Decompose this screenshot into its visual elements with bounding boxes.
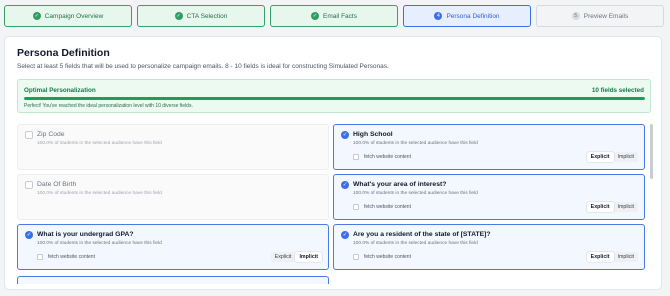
step-label: Email Facts — [323, 12, 357, 20]
fetch-website-content-option[interactable]: fetch website content — [353, 254, 411, 260]
field-coverage: 100.0% of students in the selected audie… — [37, 191, 162, 196]
fetch-website-content-option[interactable]: fetch website content — [353, 154, 411, 160]
optimal-personalization-banner: Optimal Personalization 10 fields select… — [17, 79, 651, 113]
field-card-date-of-birth[interactable]: Date Of Birth 100.0% of students in the … — [17, 174, 329, 220]
field-card-state-resident[interactable]: ✓ Are you a resident of the state of [ST… — [333, 224, 645, 270]
check-icon[interactable]: ✓ — [341, 131, 349, 139]
explicit-implicit-toggle: Explicit Implicit — [270, 252, 322, 262]
fields-selected-count: 10 fields selected — [591, 87, 644, 94]
step-label: Preview Emails — [583, 12, 629, 20]
fetch-label: fetch website content — [364, 204, 411, 210]
check-icon[interactable]: ✓ — [341, 181, 349, 189]
fetch-checkbox[interactable] — [37, 254, 43, 260]
field-name: Date Of Birth — [37, 181, 77, 188]
persona-definition-panel: Persona Definition Select at least 5 fie… — [4, 36, 662, 290]
fetch-website-content-option[interactable]: fetch website content — [37, 254, 95, 260]
step-email-facts[interactable]: ✓ Email Facts — [270, 5, 398, 27]
check-icon: ✓ — [174, 12, 183, 20]
field-coverage: 100.0% of students in the selected audie… — [353, 191, 478, 196]
step-preview-emails[interactable]: 5 Preview Emails — [536, 5, 664, 27]
fetch-checkbox[interactable] — [353, 154, 359, 160]
implicit-button[interactable]: Implicit — [614, 252, 638, 262]
field-grid: Zip Code 100.0% of students in the selec… — [17, 124, 645, 284]
checkbox[interactable] — [25, 181, 33, 189]
check-icon[interactable]: ✓ — [341, 231, 349, 239]
field-card-area-of-interest[interactable]: ✓ What's your area of interest? 100.0% o… — [333, 174, 645, 220]
field-card-undergrad-gpa[interactable]: ✓ What is your undergrad GPA? 100.0% of … — [17, 224, 329, 270]
stepper: ✓ Campaign Overview ✓ CTA Selection ✓ Em… — [4, 5, 664, 27]
check-icon: ✓ — [311, 12, 320, 20]
field-coverage: 100.0% of students in the selected audie… — [37, 241, 162, 246]
fetch-label: fetch website content — [364, 254, 411, 260]
step-label: Persona Definition — [446, 12, 500, 20]
check-icon[interactable]: ✓ — [25, 231, 33, 239]
fetch-website-content-option[interactable]: fetch website content — [353, 204, 411, 210]
field-name: What is your undergrad GPA? — [37, 231, 134, 238]
explicit-button[interactable]: Explicit — [586, 252, 614, 262]
banner-title: Optimal Personalization — [24, 87, 96, 94]
progress-fill — [24, 97, 645, 100]
personalization-progress-bar — [24, 97, 645, 100]
banner-message: Perfect! You've reached the ideal person… — [24, 103, 193, 109]
fetch-label: fetch website content — [364, 154, 411, 160]
check-icon: ✓ — [32, 12, 41, 20]
explicit-button[interactable]: Explicit — [271, 252, 296, 262]
field-name: Are you a resident of the state of [STAT… — [353, 231, 491, 238]
explicit-button[interactable]: Explicit — [586, 152, 614, 162]
field-coverage: 100.0% of students in the selected audie… — [37, 141, 162, 146]
field-name: Zip Code — [37, 131, 65, 138]
explicit-button[interactable]: Explicit — [586, 202, 614, 212]
field-card-zip-code[interactable]: Zip Code 100.0% of students in the selec… — [17, 124, 329, 170]
fetch-label: fetch website content — [48, 254, 95, 260]
page-title: Persona Definition — [17, 47, 110, 59]
field-name: What's your area of interest? — [353, 181, 447, 188]
checkbox[interactable] — [25, 131, 33, 139]
scrollbar-thumb[interactable] — [650, 124, 653, 179]
step-label: Campaign Overview — [44, 12, 104, 20]
page-subtitle: Select at least 5 fields that will be us… — [17, 63, 389, 70]
explicit-implicit-toggle: Explicit Implicit — [586, 202, 638, 212]
explicit-implicit-toggle: Explicit Implicit — [586, 152, 638, 162]
field-coverage: 100.0% of students in the selected audie… — [353, 141, 478, 146]
step-number: 4 — [434, 12, 443, 20]
step-label: CTA Selection — [186, 12, 228, 20]
implicit-button[interactable]: Implicit — [614, 202, 638, 212]
step-cta-selection[interactable]: ✓ CTA Selection — [137, 5, 265, 27]
fetch-checkbox[interactable] — [353, 254, 359, 260]
explicit-implicit-toggle: Explicit Implicit — [586, 252, 638, 262]
field-card-partial[interactable] — [17, 276, 329, 284]
step-number: 5 — [571, 12, 580, 20]
implicit-button[interactable]: Implicit — [614, 152, 638, 162]
field-card-high-school[interactable]: ✓ High School 100.0% of students in the … — [333, 124, 645, 170]
implicit-button[interactable]: Implicit — [295, 252, 322, 262]
field-name: High School — [353, 131, 393, 138]
field-coverage: 100.0% of students in the selected audie… — [353, 241, 478, 246]
step-persona-definition[interactable]: 4 Persona Definition — [403, 5, 531, 27]
fetch-checkbox[interactable] — [353, 204, 359, 210]
step-campaign-overview[interactable]: ✓ Campaign Overview — [4, 5, 132, 27]
